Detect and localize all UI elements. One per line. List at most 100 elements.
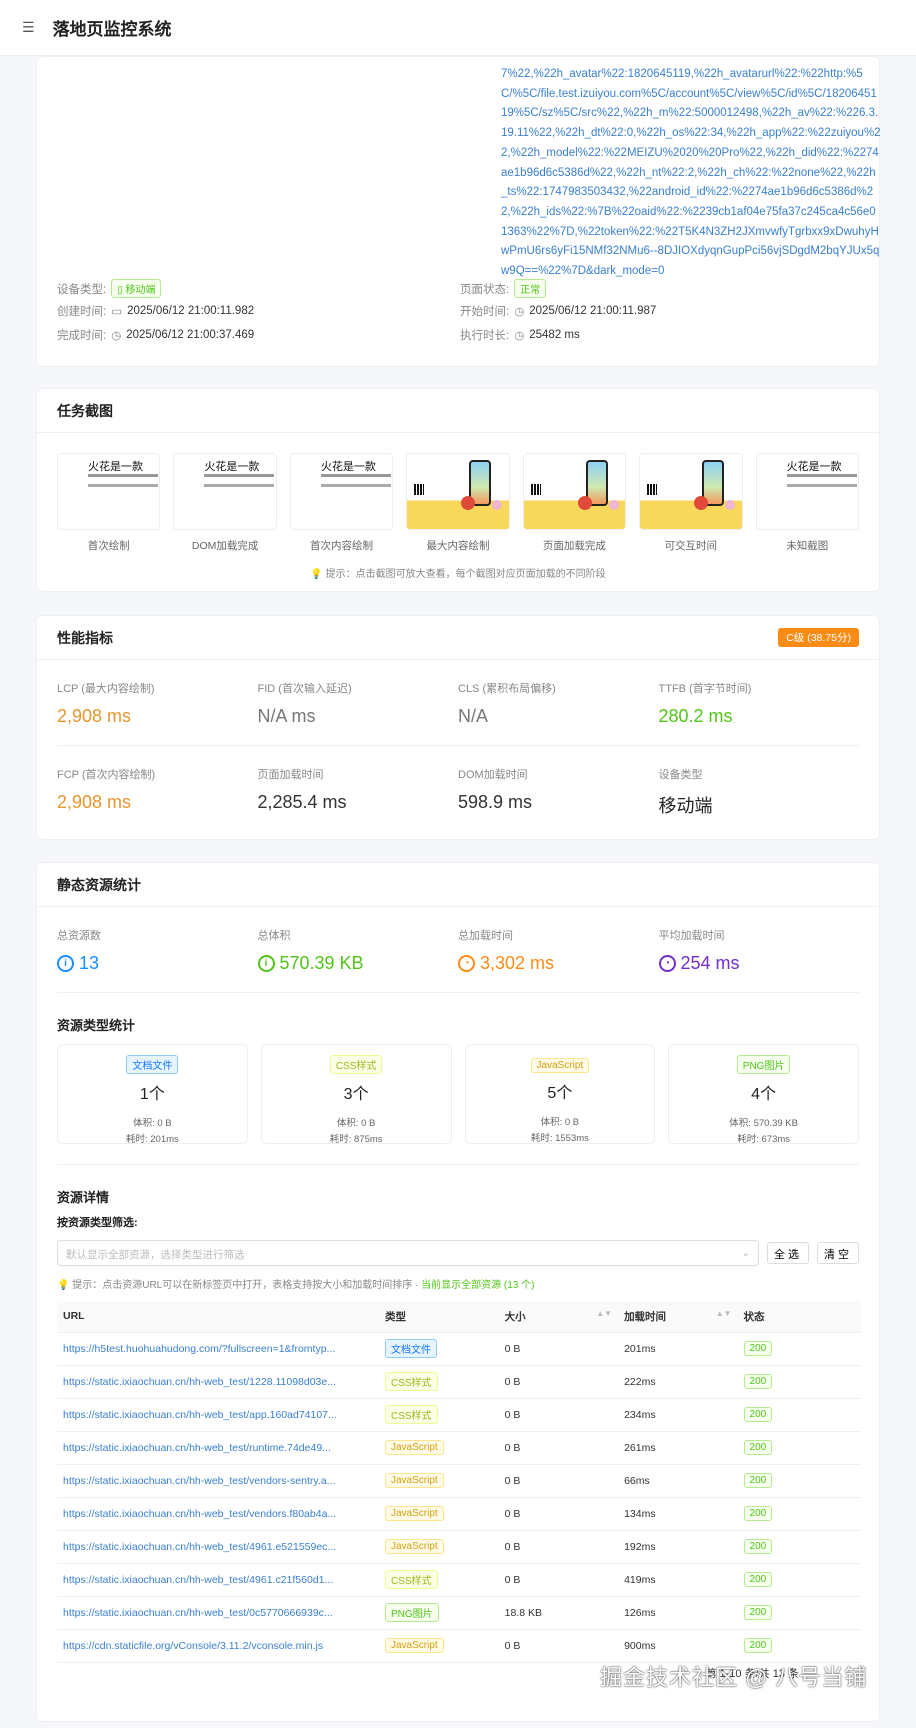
select-all-button[interactable]: 全选	[767, 1242, 809, 1264]
resource-url-link[interactable]: https://static.ixiaochuan.cn/hh-web_test…	[63, 1409, 373, 1421]
url-cell: https://static.ixiaochuan.cn/hh-web_test…	[57, 1563, 379, 1597]
resource-url-link[interactable]: https://static.ixiaochuan.cn/hh-web_test…	[63, 1475, 373, 1487]
type-cell: PNG图片	[379, 1596, 499, 1630]
table-row: https://cdn.staticfile.org/vConsole/3.11…	[57, 1629, 861, 1663]
screenshot-item[interactable]: 火花是一款 DOM加载完成	[173, 453, 277, 553]
status-tag: 200	[743, 1374, 773, 1389]
status-tag: 200	[743, 1407, 773, 1422]
type-cell: CSS样式	[379, 1563, 499, 1597]
sort-icon[interactable]: ▲▼	[596, 1309, 612, 1318]
resource-url-link[interactable]: https://cdn.staticfile.org/vConsole/3.11…	[63, 1640, 373, 1652]
screenshot-item[interactable]: 火花是一款 未知截图	[755, 453, 859, 553]
thumb-graphic	[608, 500, 619, 510]
metric-value: 移动端	[658, 796, 713, 816]
device-value: 移动端	[125, 285, 156, 296]
type-size: 体积: 0 B	[540, 1117, 580, 1128]
stat-label: 总加载时间	[458, 930, 513, 942]
screenshot-thumbnail[interactable]: 火花是一款	[57, 453, 161, 530]
column-header[interactable]: 加载时间 ▲▼	[618, 1301, 738, 1333]
thumb-graphic	[530, 484, 541, 495]
metric-item: 页面加载时间 2,285.4 ms	[258, 746, 459, 836]
status-tag: 200	[743, 1638, 773, 1653]
column-header: 状态	[737, 1301, 861, 1333]
screenshot-thumbnail[interactable]	[406, 453, 510, 530]
resource-stat: 总体积 i 570.39 KB	[257, 907, 459, 992]
status-cell: 200	[737, 1530, 861, 1564]
resource-url-link[interactable]: https://static.ixiaochuan.cn/hh-web_test…	[63, 1541, 373, 1553]
task-info-card: 7%22,%22h_avatar%22:1820645119,%22h_avat…	[36, 56, 881, 367]
type-size: 体积: 570.39 KB	[729, 1118, 798, 1129]
metric-label: 设备类型	[658, 769, 703, 781]
task-url[interactable]: 7%22,%22h_avatar%22:1820645119,%22h_avat…	[501, 65, 881, 282]
time-cell: 66ms	[618, 1464, 738, 1498]
screenshot-item[interactable]: 火花是一款 首次内容绘制	[289, 453, 394, 553]
time-cell: 126ms	[618, 1596, 738, 1630]
url-cell: https://static.ixiaochuan.cn/hh-web_test…	[57, 1398, 379, 1432]
status-cell: 200	[737, 1497, 861, 1531]
type-tag: JavaScript	[530, 1058, 590, 1073]
thumb-line	[88, 474, 158, 477]
column-header[interactable]: 大小 ▲▼	[498, 1301, 619, 1333]
screenshot-item[interactable]: 火花是一款 首次绘制	[57, 453, 161, 553]
screenshot-caption: 首次绘制	[87, 540, 130, 552]
app-title: 落地页监控系统	[52, 20, 172, 39]
screenshot-thumbnail[interactable]	[522, 453, 627, 530]
type-time: 耗时: 201ms	[125, 1134, 179, 1145]
type-tag: CSS样式	[329, 1055, 383, 1074]
screenshot-thumbnail[interactable]: 火花是一款	[173, 453, 277, 530]
url-cell: https://static.ixiaochuan.cn/hh-web_test…	[57, 1596, 379, 1630]
screenshot-caption: 可交互时间	[664, 540, 718, 552]
stat-value-row: ◔ 254 ms	[658, 953, 860, 974]
screenshots-hint: 💡 提示：点击截图可放大查看，每个截图对应页面加载的不同阶段	[310, 569, 606, 580]
screenshot-item[interactable]: 页面加载完成	[522, 453, 627, 553]
metric-label: LCP (最大内容绘制)	[57, 683, 155, 695]
thumb-line	[320, 474, 391, 477]
details-title: 资源详情	[57, 1190, 110, 1205]
performance-card: 性能指标 C级 (38.75分) LCP (最大内容绘制) 2,908 ms FID …	[36, 615, 880, 840]
app-header: ☰ 落地页监控系统	[0, 0, 916, 56]
info-icon: i	[257, 955, 275, 972]
resource-url-link[interactable]: https://static.ixiaochuan.cn/hh-web_test…	[63, 1574, 373, 1586]
chevron-down-icon: ⌄	[741, 1247, 750, 1259]
type-time: 耗时: 673ms	[737, 1134, 791, 1145]
resource-type-card: JavaScript 5个 体积: 0 B 耗时: 1553ms	[464, 1044, 656, 1144]
size-cell: 0 B	[498, 1629, 619, 1663]
metric-item: TTFB (首字节时间) 280.2 ms	[658, 660, 859, 746]
thumb-text: 火花是一款	[204, 461, 260, 473]
url-cell: https://static.ixiaochuan.cn/hh-web_test…	[57, 1431, 379, 1465]
time-cell: 222ms	[618, 1365, 738, 1399]
label: 开始时间:	[460, 306, 510, 318]
thumb-text: 火花是一款	[88, 461, 143, 473]
resource-url-link[interactable]: https://static.ixiaochuan.cn/hh-web_test…	[63, 1442, 373, 1454]
metric-value: 2,285.4 ms	[257, 792, 347, 812]
clock-icon: ◔	[458, 955, 475, 972]
screenshots-card: 任务截图 火花是一款 首次绘制 火花是一款 DOM加载完成 火花是一款 首次内容绘制 最大内…	[36, 388, 880, 592]
sort-icon[interactable]: ▲▼	[716, 1309, 732, 1318]
url-cell: https://cdn.staticfile.org/vConsole/3.11…	[57, 1629, 379, 1663]
column-label: 状态	[743, 1310, 765, 1323]
status-tag: 200	[743, 1539, 773, 1554]
screenshot-caption: DOM加载完成	[191, 540, 259, 552]
resource-url-link[interactable]: https://static.ixiaochuan.cn/hh-web_test…	[63, 1376, 373, 1388]
stat-label: 总体积	[257, 930, 291, 942]
clear-button[interactable]: 清空	[817, 1242, 859, 1264]
resource-url-link[interactable]: https://h5test.huohuahudong.com/?fullscr…	[63, 1343, 373, 1355]
metric-item: LCP (最大内容绘制) 2,908 ms	[57, 660, 258, 746]
screenshot-thumbnail[interactable]: 火花是一款	[755, 453, 859, 530]
type-tag: PNG图片	[385, 1603, 439, 1622]
resource-stat: 总加载时间 ◔ 3,302 ms	[458, 907, 659, 992]
screenshot-thumbnail[interactable]: 火花是一款	[289, 453, 394, 530]
resource-type-select[interactable]: 默认显示全部资源，选择类型进行筛选 ⌄	[57, 1240, 759, 1266]
device-tag: ▯ 移动端	[111, 279, 162, 298]
screenshot-item[interactable]: 可交互时间	[639, 453, 743, 553]
resource-url-link[interactable]: https://static.ixiaochuan.cn/hh-web_test…	[63, 1607, 373, 1619]
resource-url-link[interactable]: https://static.ixiaochuan.cn/hh-web_test…	[63, 1508, 373, 1520]
menu-fold-icon[interactable]: ☰	[22, 19, 35, 36]
stat-value: 13	[79, 953, 100, 973]
size-cell: 0 B	[498, 1365, 619, 1399]
metric-value: N/A	[458, 706, 489, 726]
screenshot-item[interactable]: 最大内容绘制	[406, 453, 510, 553]
screenshot-thumbnail[interactable]	[639, 453, 743, 530]
section-title: 任务截图	[57, 402, 113, 419]
type-tag: CSS样式	[385, 1372, 438, 1391]
